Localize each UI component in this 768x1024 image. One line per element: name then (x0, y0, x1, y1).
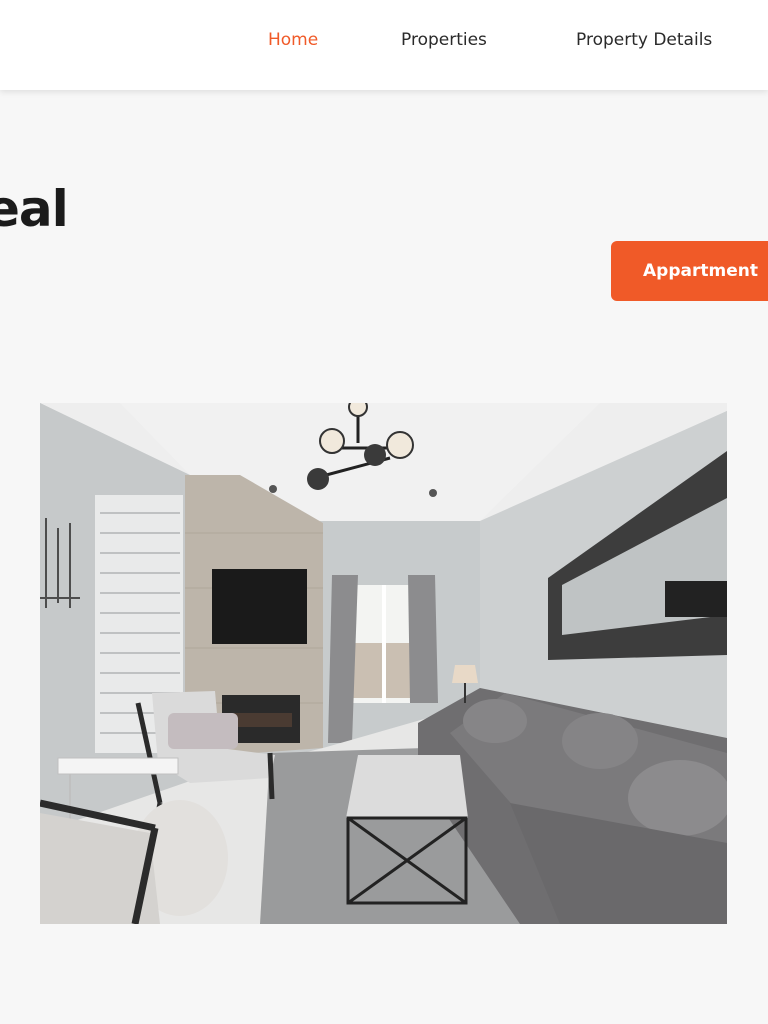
nav-link-home[interactable]: Home (268, 30, 318, 50)
hero-headline: eal (0, 180, 69, 238)
living-room-illustration (40, 403, 727, 924)
appartment-button[interactable]: Appartment (611, 241, 768, 301)
site-header: Home Properties Property Details (0, 0, 768, 90)
nav-link-property-details[interactable]: Property Details (576, 30, 712, 50)
nav-link-properties[interactable]: Properties (401, 30, 487, 50)
living-room-photo (40, 403, 727, 924)
